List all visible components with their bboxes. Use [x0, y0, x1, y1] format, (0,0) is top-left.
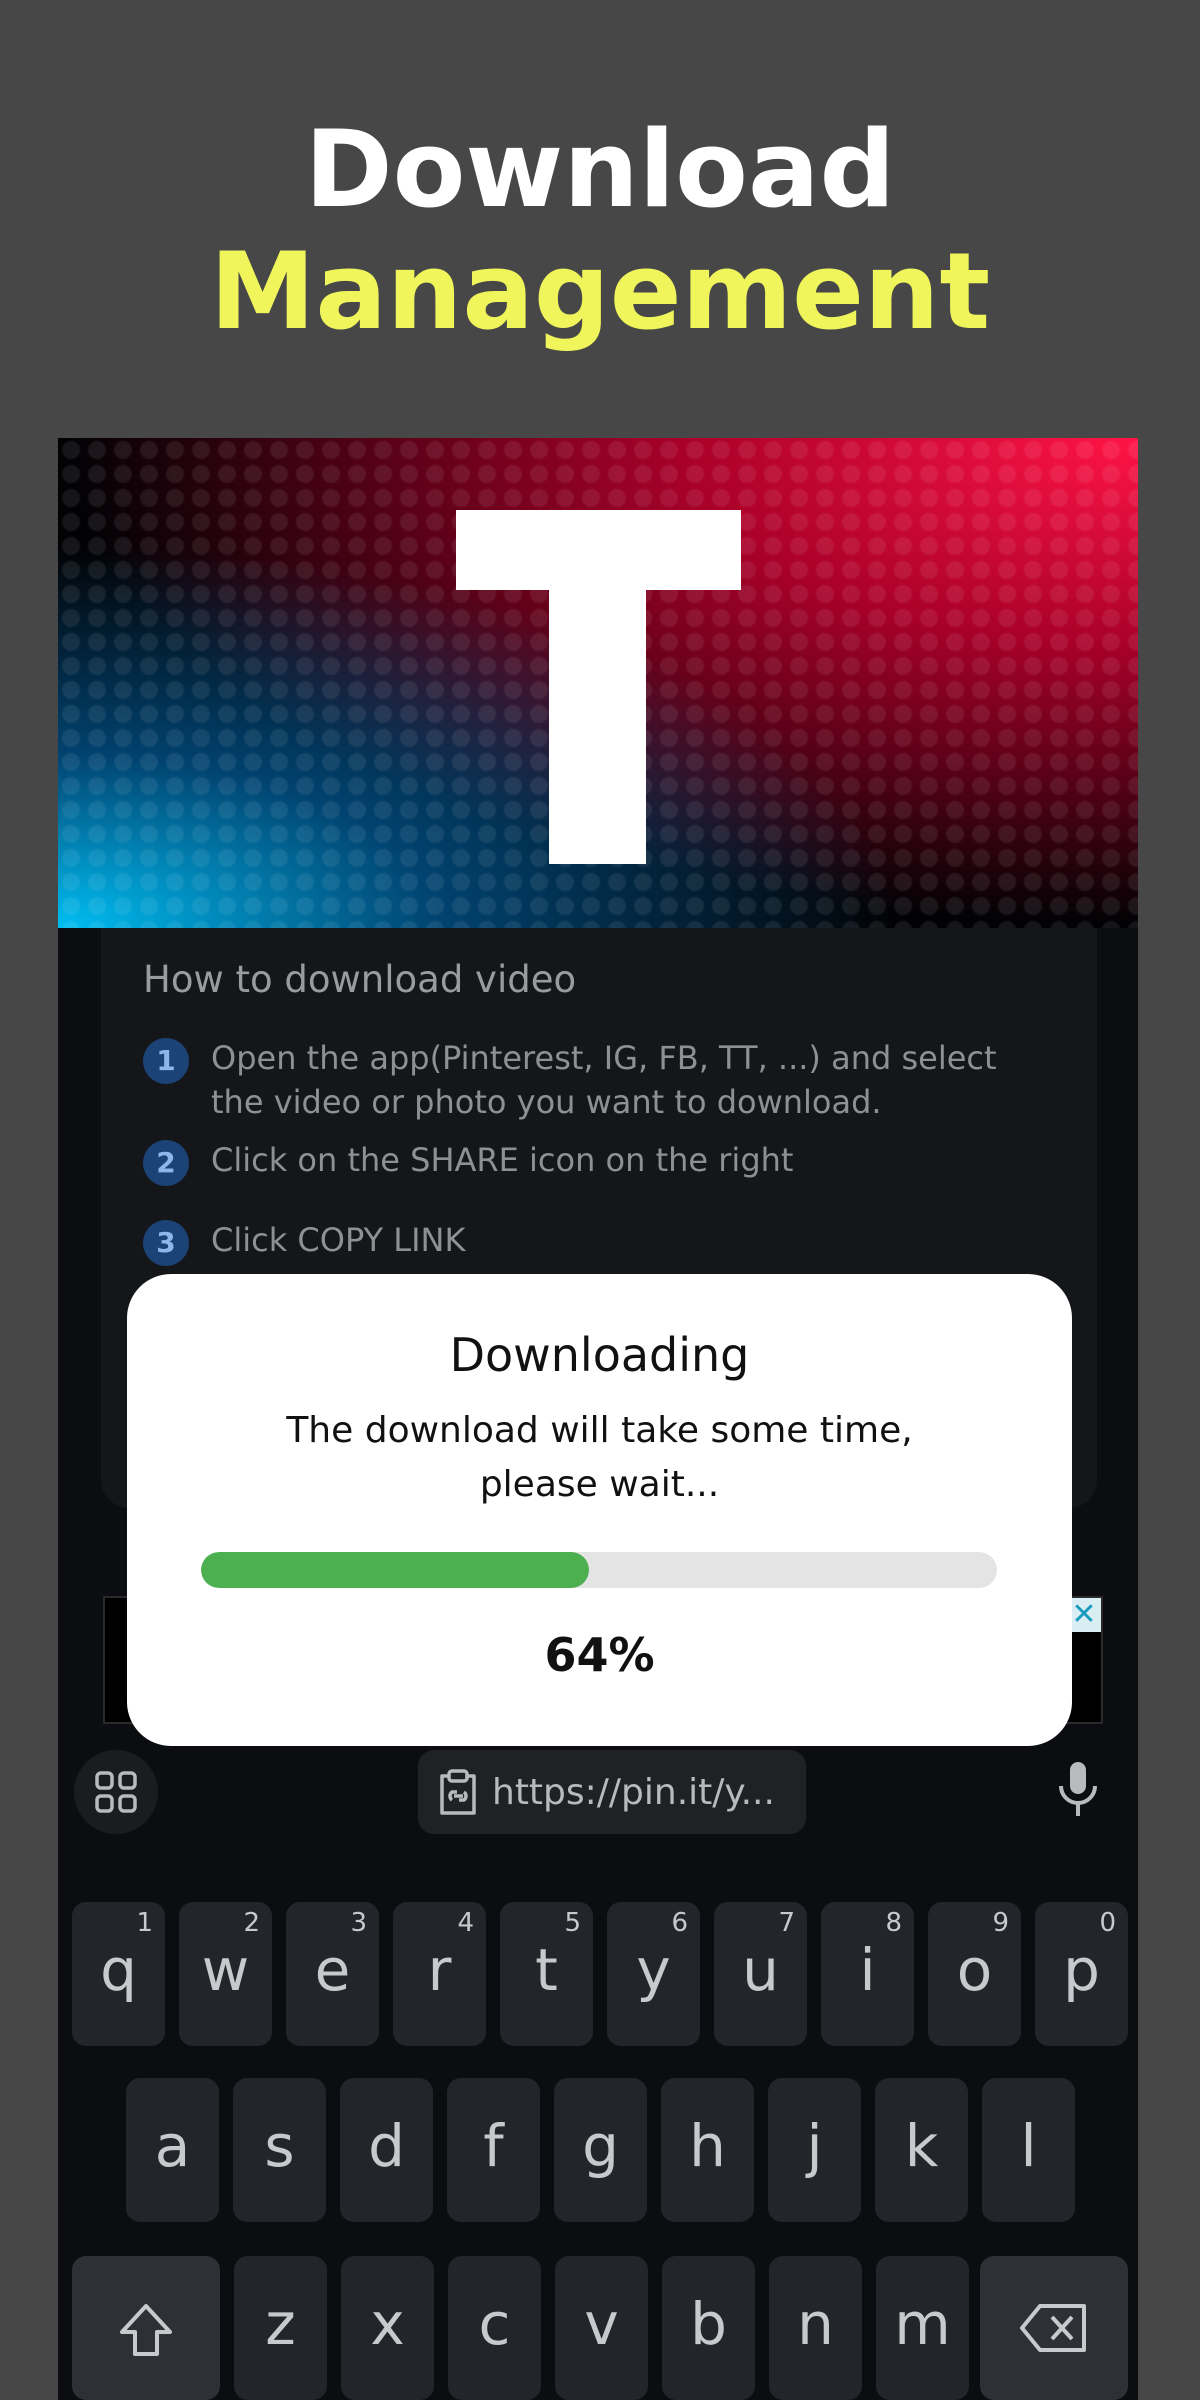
- microphone-icon[interactable]: [1056, 1760, 1100, 1824]
- headline-title: Download: [304, 108, 896, 231]
- howto-title: How to download video: [143, 958, 577, 1001]
- key-q[interactable]: 1 q: [72, 1902, 165, 2046]
- key-u[interactable]: 7 u: [714, 1902, 807, 2046]
- howto-step-2: 2 Click on the SHARE icon on the right: [143, 1138, 1021, 1186]
- shift-icon: [120, 2304, 172, 2356]
- tiktok-t-logo-stem: [549, 590, 646, 864]
- key-x[interactable]: x: [341, 2256, 434, 2400]
- app-banner: [58, 438, 1138, 928]
- step-number-badge: 2: [143, 1140, 189, 1186]
- key-h[interactable]: h: [661, 2078, 754, 2222]
- ad-close-icon[interactable]: ✕: [1067, 1598, 1101, 1632]
- progress-bar-fill: [201, 1552, 589, 1588]
- key-c[interactable]: c: [448, 2256, 541, 2400]
- key-j[interactable]: j: [768, 2078, 861, 2222]
- howto-step-1: 1 Open the app(Pinterest, IG, FB, TT, ..…: [143, 1036, 1021, 1124]
- key-s[interactable]: s: [233, 2078, 326, 2222]
- key-w[interactable]: 2 w: [179, 1902, 272, 2046]
- step-text: Click COPY LINK: [211, 1221, 466, 1259]
- howto-step-3: 3 Click COPY LINK: [143, 1218, 1021, 1266]
- key-a[interactable]: a: [126, 2078, 219, 2222]
- key-z[interactable]: z: [234, 2256, 327, 2400]
- apps-grid-icon[interactable]: [74, 1750, 158, 1834]
- key-m[interactable]: m: [876, 2256, 969, 2400]
- dialog-title: Downloading: [449, 1328, 750, 1382]
- headline-subtitle: Management: [209, 230, 991, 353]
- step-number-badge: 3: [143, 1220, 189, 1266]
- backspace-key[interactable]: [980, 2256, 1128, 2400]
- key-l[interactable]: l: [982, 2078, 1075, 2222]
- clipboard-text: https://pin.it/y...: [492, 1771, 775, 1813]
- key-e[interactable]: 3 e: [286, 1902, 379, 2046]
- key-y[interactable]: 6 y: [607, 1902, 700, 2046]
- key-b[interactable]: b: [662, 2256, 755, 2400]
- shift-key[interactable]: [72, 2256, 220, 2400]
- progress-bar: [201, 1552, 997, 1588]
- key-r[interactable]: 4 r: [393, 1902, 486, 2046]
- key-f[interactable]: f: [447, 2078, 540, 2222]
- tiktok-t-logo: [456, 510, 741, 590]
- key-g[interactable]: g: [554, 2078, 647, 2222]
- key-v[interactable]: v: [555, 2256, 648, 2400]
- key-t[interactable]: 5 t: [500, 1902, 593, 2046]
- backspace-icon: [1020, 2304, 1086, 2352]
- key-i[interactable]: 8 i: [821, 1902, 914, 2046]
- clipboard-link-icon: [440, 1769, 476, 1815]
- progress-percent: 64%: [544, 1628, 655, 1682]
- key-p[interactable]: 0 p: [1035, 1902, 1128, 2046]
- dialog-message: The download will take some time, please…: [286, 1410, 913, 1505]
- step-number-badge: 1: [143, 1038, 189, 1084]
- key-n[interactable]: n: [769, 2256, 862, 2400]
- downloading-dialog: Downloading The download will take some …: [127, 1274, 1072, 1746]
- key-o[interactable]: 9 o: [928, 1902, 1021, 2046]
- key-k[interactable]: k: [875, 2078, 968, 2222]
- step-text: Click on the SHARE icon on the right: [211, 1141, 794, 1179]
- clipboard-suggestion-chip[interactable]: https://pin.it/y...: [418, 1750, 806, 1834]
- key-d[interactable]: d: [340, 2078, 433, 2222]
- step-text: Open the app(Pinterest, IG, FB, TT, ...)…: [211, 1039, 997, 1121]
